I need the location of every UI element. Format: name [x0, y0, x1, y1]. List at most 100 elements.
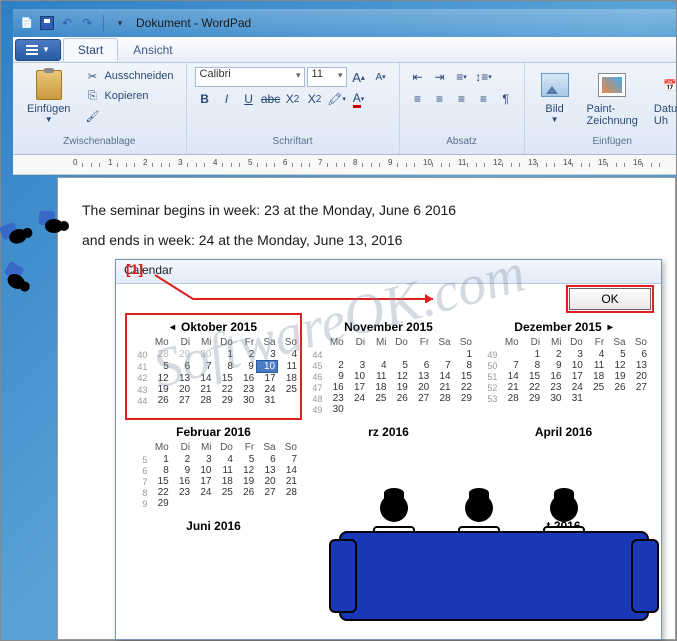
calendar-day[interactable]: 25: [278, 384, 299, 395]
calendar-day[interactable]: 21: [278, 476, 299, 487]
calendar-day[interactable]: 7: [278, 454, 299, 465]
file-menu-button[interactable]: ▼: [15, 39, 61, 61]
calendar-day[interactable]: 5: [389, 360, 410, 371]
calendar-day[interactable]: 30: [192, 349, 213, 361]
calendar-day[interactable]: 3: [192, 454, 213, 465]
line-spacing-button[interactable]: ↕≡▾: [474, 67, 494, 87]
calendar-day[interactable]: 1: [453, 349, 474, 360]
calendar-day[interactable]: 22: [453, 382, 474, 393]
calendar-day[interactable]: 23: [324, 393, 345, 404]
calendar-day[interactable]: 20: [171, 384, 192, 395]
calendar-day[interactable]: [431, 404, 452, 415]
calendar-day[interactable]: 25: [367, 393, 388, 404]
strike-button[interactable]: abc: [261, 89, 281, 109]
tab-start[interactable]: Start: [63, 38, 118, 61]
calendar-day[interactable]: [585, 393, 606, 404]
calendar-day[interactable]: 15: [214, 373, 235, 385]
calendar-day[interactable]: 16: [235, 373, 256, 385]
font-color-button[interactable]: A▾: [349, 89, 369, 109]
shrink-font-button[interactable]: A▾: [371, 67, 391, 87]
calendar-day[interactable]: 4: [214, 454, 235, 465]
calendar-day[interactable]: [367, 349, 388, 360]
next-month-icon[interactable]: ▸: [608, 322, 613, 333]
calendar-day[interactable]: [606, 393, 627, 404]
calendar-day[interactable]: 6: [171, 361, 192, 373]
calendar-day[interactable]: 3: [256, 349, 277, 361]
save-icon[interactable]: [39, 15, 55, 31]
calendar-day[interactable]: 5: [606, 349, 627, 360]
calendar-day[interactable]: 24: [192, 487, 213, 498]
calendar-day[interactable]: 17: [256, 373, 277, 385]
calendar-day[interactable]: 1: [149, 454, 170, 465]
calendar-day[interactable]: [431, 349, 452, 360]
align-right-button[interactable]: ≡: [452, 89, 472, 109]
calendar-day[interactable]: 5: [149, 361, 170, 373]
calendar-day[interactable]: 28: [278, 487, 299, 498]
calendar-day[interactable]: 6: [628, 349, 649, 360]
align-left-button[interactable]: ≡: [408, 89, 428, 109]
calendar-day[interactable]: 1: [214, 349, 235, 361]
calendar-day[interactable]: 30: [235, 395, 256, 406]
calendar-day[interactable]: [324, 349, 345, 360]
format-painter-button[interactable]: 🖌: [80, 107, 177, 125]
calendar-day[interactable]: 3: [564, 349, 585, 360]
subscript-button[interactable]: X2: [283, 89, 303, 109]
calendar-day[interactable]: 18: [367, 382, 388, 393]
calendar-day[interactable]: 26: [389, 393, 410, 404]
calendar-month[interactable]: November 2015MoDiMiDoFrSaSo4414523456784…: [301, 314, 476, 419]
calendar-day[interactable]: 15: [521, 371, 542, 382]
calendar-day[interactable]: 14: [192, 373, 213, 385]
calendar-day[interactable]: 12: [149, 373, 170, 385]
calendar-day[interactable]: 7: [431, 360, 452, 371]
calendar-day[interactable]: 24: [564, 382, 585, 393]
calendar-day[interactable]: 8: [214, 361, 235, 373]
ruler[interactable]: 012345678910111213141516: [13, 155, 676, 175]
calendar-day[interactable]: [389, 404, 410, 415]
calendar-day[interactable]: 17: [192, 476, 213, 487]
calendar-day[interactable]: 6: [410, 360, 431, 371]
calendar-day[interactable]: 18: [214, 476, 235, 487]
calendar-day[interactable]: 12: [389, 371, 410, 382]
calendar-day[interactable]: 11: [367, 371, 388, 382]
insert-date-button[interactable]: 📅 Datu Uh: [648, 67, 677, 129]
calendar-day[interactable]: 12: [606, 360, 627, 371]
calendar-day[interactable]: 30: [542, 393, 563, 404]
calendar-month[interactable]: Dezember 2015▸MoDiMiDoFrSaSo491234565078…: [476, 314, 651, 419]
calendar-day[interactable]: 29: [521, 393, 542, 404]
calendar-day[interactable]: 27: [628, 382, 649, 393]
calendar-day[interactable]: 9: [171, 465, 192, 476]
calendar-day[interactable]: 25: [585, 382, 606, 393]
paragraph-button[interactable]: ¶: [496, 89, 516, 109]
calendar-day[interactable]: 26: [606, 382, 627, 393]
calendar-day[interactable]: 19: [235, 476, 256, 487]
calendar-day[interactable]: [171, 498, 192, 509]
calendar-day[interactable]: 29: [149, 498, 170, 509]
calendar-day[interactable]: 22: [149, 487, 170, 498]
calendar-month[interactable]: ◂Oktober 2015MoDiMiDoFrSaSo4028293012344…: [126, 314, 301, 419]
calendar-day[interactable]: 9: [324, 371, 345, 382]
calendar-day[interactable]: 30: [324, 404, 345, 415]
superscript-button[interactable]: X2: [305, 89, 325, 109]
calendar-day[interactable]: 4: [278, 349, 299, 361]
calendar-day[interactable]: [410, 404, 431, 415]
calendar-day[interactable]: 31: [564, 393, 585, 404]
grow-font-button[interactable]: A▴: [349, 67, 369, 87]
calendar-day[interactable]: 12: [235, 465, 256, 476]
calendar-day[interactable]: 26: [149, 395, 170, 406]
calendar-day[interactable]: 11: [214, 465, 235, 476]
calendar-day[interactable]: 21: [431, 382, 452, 393]
calendar-day[interactable]: 10: [256, 361, 277, 373]
calendar-day[interactable]: 27: [171, 395, 192, 406]
calendar-day[interactable]: 16: [324, 382, 345, 393]
calendar-day[interactable]: 13: [410, 371, 431, 382]
calendar-day[interactable]: [278, 498, 299, 509]
justify-button[interactable]: ≡: [474, 89, 494, 109]
calendar-day[interactable]: 28: [192, 395, 213, 406]
calendar-day[interactable]: 28: [149, 349, 170, 361]
calendar-day[interactable]: 28: [431, 393, 452, 404]
calendar-day[interactable]: 24: [256, 384, 277, 395]
calendar-day[interactable]: 8: [521, 360, 542, 371]
calendar-day[interactable]: 10: [564, 360, 585, 371]
calendar-day[interactable]: 9: [542, 360, 563, 371]
calendar-day[interactable]: 16: [171, 476, 192, 487]
